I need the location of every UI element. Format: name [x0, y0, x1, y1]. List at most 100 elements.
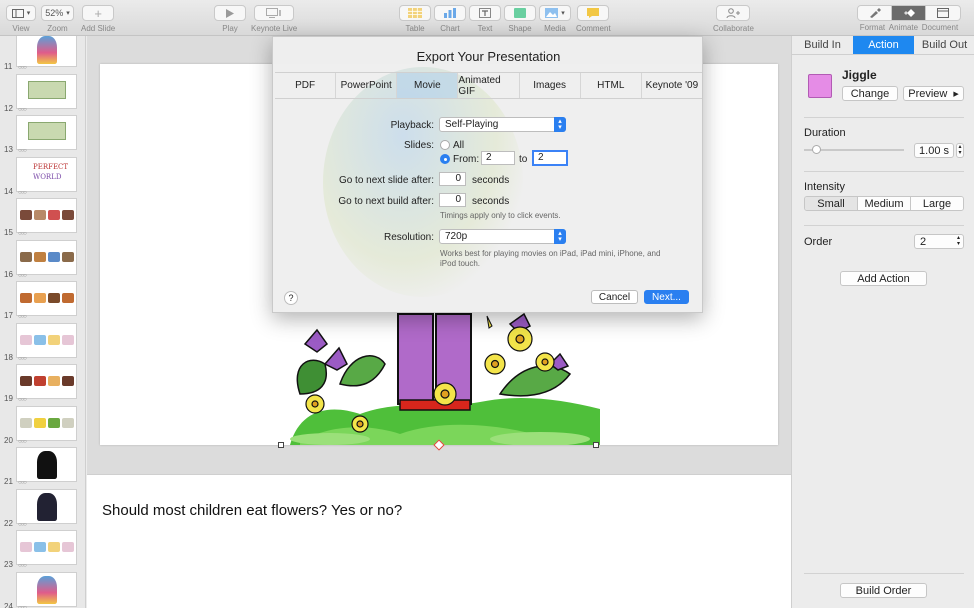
- play-control[interactable]: Play: [214, 5, 246, 33]
- slides-all-radio[interactable]: [440, 140, 450, 150]
- tab-images[interactable]: Images: [520, 73, 581, 98]
- document-button[interactable]: [926, 6, 960, 20]
- slide-thumbnail[interactable]: [16, 322, 77, 358]
- inspector-segmented-control[interactable]: [857, 5, 961, 21]
- slide-thumbnail-row[interactable]: 12 ○○○: [0, 73, 85, 115]
- view-button[interactable]: ▾: [6, 5, 36, 21]
- shape-button[interactable]: [504, 5, 536, 21]
- intensity-segmented-control[interactable]: Small Medium Large: [804, 196, 964, 211]
- next-button[interactable]: Next...: [644, 290, 689, 304]
- slide-thumbnail-row[interactable]: 19 ○○○: [0, 364, 85, 405]
- slides-from-input[interactable]: 2: [481, 151, 515, 165]
- slide-thumbnail-row[interactable]: 18 ○○○: [0, 322, 85, 364]
- resolution-select[interactable]: 720p ▴ ▾: [439, 229, 566, 244]
- slide-thumbnail-row[interactable]: 23 ○○○: [0, 530, 85, 571]
- tab-pdf[interactable]: PDF: [275, 73, 337, 98]
- text-control[interactable]: Text: [469, 5, 501, 33]
- format-button[interactable]: [858, 6, 892, 20]
- add-slide-button[interactable]: +: [82, 5, 115, 21]
- duration-stepper[interactable]: ▴ ▾: [956, 143, 964, 158]
- duration-field[interactable]: 1.00 s: [914, 143, 954, 158]
- presenter-notes-text[interactable]: Should most children eat flowers? Yes or…: [102, 502, 402, 519]
- tab-action[interactable]: Action: [853, 36, 914, 54]
- playback-select[interactable]: Self-Playing ▴ ▾: [439, 117, 566, 132]
- slide-thumbnail-row[interactable]: 17 ○○○: [0, 281, 85, 322]
- selection-handle[interactable]: [593, 442, 599, 448]
- tab-build-in[interactable]: Build In: [792, 36, 853, 54]
- build-order-button[interactable]: Build Order: [840, 583, 927, 598]
- tab-html[interactable]: HTML: [581, 73, 642, 98]
- slide-thumbnail-row[interactable]: 21 ○○○: [0, 447, 85, 488]
- slide-thumbnail[interactable]: [16, 115, 77, 150]
- slide-thumbnail-row[interactable]: 22 ○○○: [0, 488, 85, 530]
- next-slide-input[interactable]: 0: [439, 172, 466, 186]
- slide-navigator[interactable]: 11 ○○○ 12 ○○○ 13 ○○○ 14 PERFECT WORLD ○○○ 15 ○○○ 16 ○…: [0, 36, 86, 608]
- add-action-button[interactable]: Add Action: [840, 271, 927, 286]
- chart-control[interactable]: Chart: [434, 5, 466, 33]
- thumbnail-image: [34, 542, 46, 552]
- table-control[interactable]: Table: [399, 5, 431, 33]
- slides-from-radio[interactable]: [440, 154, 450, 164]
- collaborate-control[interactable]: Collaborate: [713, 5, 754, 33]
- slide-thumbnail[interactable]: [16, 281, 77, 316]
- media-button[interactable]: ▾: [539, 5, 571, 21]
- inspector-switcher[interactable]: Format Animate Document: [857, 5, 961, 32]
- tab-powerpoint[interactable]: PowerPoint: [336, 73, 398, 98]
- slide-thumbnail[interactable]: [16, 73, 77, 109]
- help-button[interactable]: ?: [284, 291, 298, 305]
- zoom-button[interactable]: 52% ▾: [41, 5, 74, 21]
- tab-animated-gif[interactable]: Animated GIF: [458, 73, 520, 98]
- add-slide-control[interactable]: + Add Slide: [81, 5, 115, 33]
- change-button[interactable]: Change: [842, 86, 898, 101]
- cancel-button[interactable]: Cancel: [591, 290, 638, 304]
- slide-thumbnail[interactable]: [16, 571, 77, 607]
- build-tabs[interactable]: Build In Action Build Out: [792, 36, 974, 55]
- slide-thumbnail-row[interactable]: 20 ○○○: [0, 405, 85, 447]
- view-control[interactable]: ▾ View: [6, 5, 36, 33]
- thumbnail-image: [20, 210, 32, 220]
- intensity-large[interactable]: Large: [911, 197, 963, 210]
- slide-thumbnail[interactable]: [16, 405, 77, 441]
- shape-control[interactable]: Shape: [504, 5, 536, 33]
- tab-build-out[interactable]: Build Out: [914, 36, 974, 54]
- slide-thumbnail-row[interactable]: 15 ○○○: [0, 198, 85, 239]
- slide-thumbnail[interactable]: [16, 36, 77, 67]
- table-button[interactable]: [399, 5, 431, 21]
- intensity-small[interactable]: Small: [805, 197, 858, 210]
- next-build-input[interactable]: 0: [439, 193, 466, 207]
- slide-thumbnail[interactable]: PERFECT WORLD: [16, 156, 77, 192]
- intensity-medium[interactable]: Medium: [858, 197, 911, 210]
- comment-button[interactable]: [577, 5, 610, 21]
- slide-thumbnail-row[interactable]: 16 ○○○: [0, 239, 85, 281]
- slide-thumbnail-row[interactable]: 14 PERFECT WORLD ○○○: [0, 156, 85, 198]
- slide-thumbnail-row[interactable]: 24 ○○○: [0, 571, 85, 608]
- slide-thumbnail[interactable]: [16, 488, 77, 524]
- slide-thumbnail[interactable]: [16, 198, 77, 233]
- slide-thumbnail[interactable]: [16, 239, 77, 275]
- slide-thumbnail[interactable]: [16, 447, 77, 482]
- keynote-live-label: Keynote Live: [251, 24, 298, 33]
- slide-thumbnail[interactable]: [16, 364, 77, 399]
- keynote-live-control[interactable]: Keynote Live: [251, 5, 297, 33]
- comment-control[interactable]: Comment: [576, 5, 611, 33]
- play-button[interactable]: [214, 5, 246, 21]
- slide-thumbnail-row[interactable]: 13 ○○○: [0, 115, 85, 156]
- slide-thumbnail[interactable]: [16, 530, 77, 565]
- selection-handle[interactable]: [278, 442, 284, 448]
- slides-to-input[interactable]: 2: [532, 150, 568, 166]
- media-control[interactable]: ▾ Media: [539, 5, 571, 33]
- keynote-live-button[interactable]: [254, 5, 295, 21]
- duration-slider-knob[interactable]: [812, 145, 821, 154]
- zoom-control[interactable]: 52% ▾ Zoom: [41, 5, 74, 33]
- text-button[interactable]: [469, 5, 501, 21]
- presenter-notes[interactable]: Should most children eat flowers? Yes or…: [87, 474, 791, 608]
- slide-thumbnail-row[interactable]: 11 ○○○: [0, 36, 85, 73]
- collaborate-button[interactable]: [716, 5, 751, 21]
- tab-keynote-09[interactable]: Keynote '09: [642, 73, 702, 98]
- order-select[interactable]: 2 ▴ ▾: [914, 234, 964, 249]
- preview-button[interactable]: Preview ▶: [903, 86, 964, 101]
- animate-button[interactable]: [892, 6, 926, 20]
- chart-button[interactable]: [434, 5, 466, 21]
- tab-movie[interactable]: Movie: [397, 73, 459, 98]
- export-format-tabs[interactable]: PDF PowerPoint Movie Animated GIF Images…: [275, 72, 702, 99]
